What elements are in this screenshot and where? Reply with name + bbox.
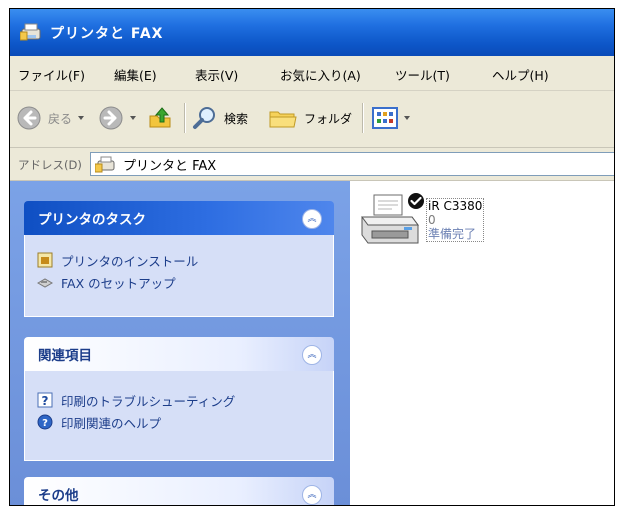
- printers-folder-icon: [95, 156, 115, 173]
- help-question-icon: ?: [37, 392, 53, 408]
- menu-help[interactable]: ヘルプ(H): [492, 65, 549, 84]
- related-header[interactable]: 関連項目 ︽: [24, 337, 334, 371]
- toolbar-separator-2: [362, 103, 364, 133]
- add-printer-icon: [37, 252, 53, 268]
- back-dropdown-icon[interactable]: [78, 116, 85, 120]
- explorer-window: プリンタと FAX ファイル(F) 編集(E) 表示(V) お気に入り(A) ツ…: [9, 8, 615, 506]
- search-label: 検索: [224, 111, 249, 126]
- default-check-icon: [408, 193, 424, 209]
- magnifier-icon: [193, 107, 215, 129]
- forward-dropdown-icon[interactable]: [130, 116, 136, 120]
- other-header[interactable]: その他 ︽: [24, 477, 334, 505]
- printer-label: iR C3380 0 準備完了: [426, 198, 485, 242]
- task-fax-setup[interactable]: FAX のセットアップ: [25, 271, 333, 293]
- other-panel: その他 ︽: [24, 477, 334, 505]
- task-troubleshoot[interactable]: ? 印刷のトラブルシューティング: [25, 389, 333, 411]
- related-body: ? 印刷のトラブルシューティング ? 印刷関連のヘルプ: [24, 371, 334, 461]
- menu-favorites[interactable]: お気に入り(A): [280, 65, 361, 84]
- forward-arrow-icon: [99, 106, 123, 130]
- collapse-chevron-icon[interactable]: ︽: [302, 485, 322, 505]
- task-install-printer-label: プリンタのインストール: [61, 253, 199, 269]
- menu-edit[interactable]: 編集(E): [114, 65, 157, 84]
- folder-icon: [269, 111, 297, 128]
- printer-status: 準備完了: [428, 227, 477, 241]
- back-label: 戻る: [48, 111, 73, 126]
- address-label: アドレス(D): [18, 158, 82, 172]
- fax-icon: [37, 278, 53, 288]
- address-field[interactable]: プリンタと FAX: [90, 152, 614, 176]
- task-pane: プリンタのタスク ︽ プリンタのインストール FAX のセットアップ 関連項目 …: [10, 181, 350, 505]
- search-button[interactable]: 検索: [192, 103, 248, 133]
- related-panel: 関連項目 ︽ ? 印刷のトラブルシューティング ? 印刷関連のヘルプ: [24, 337, 334, 461]
- up-folder-icon: [149, 107, 171, 128]
- printers-folder-icon: [20, 23, 41, 41]
- task-print-help-label: 印刷関連のヘルプ: [61, 415, 162, 431]
- printer-list: iR C3380 0 準備完了: [350, 181, 614, 505]
- printer-name: iR C3380: [428, 199, 483, 213]
- menu-bar: ファイル(F) 編集(E) 表示(V) お気に入り(A) ツール(T) ヘルプ(…: [10, 56, 614, 91]
- help-circle-icon: ?: [37, 414, 53, 430]
- printer-documents: 0: [428, 213, 436, 227]
- views-dropdown-icon[interactable]: [404, 116, 410, 120]
- svg-text:?: ?: [42, 394, 49, 408]
- title-bar[interactable]: プリンタと FAX: [10, 9, 614, 56]
- printer-tasks-title: プリンタのタスク: [38, 212, 146, 228]
- menu-view[interactable]: 表示(V): [195, 65, 238, 84]
- address-value: プリンタと FAX: [123, 158, 217, 174]
- task-install-printer[interactable]: プリンタのインストール: [25, 249, 333, 271]
- task-troubleshoot-label: 印刷のトラブルシューティング: [61, 393, 236, 409]
- up-button[interactable]: [148, 103, 174, 133]
- window-title: プリンタと FAX: [50, 26, 164, 42]
- views-button[interactable]: [372, 103, 410, 133]
- task-print-help[interactable]: ? 印刷関連のヘルプ: [25, 411, 333, 433]
- back-arrow-icon: [17, 106, 41, 130]
- collapse-chevron-icon[interactable]: ︽: [302, 209, 322, 229]
- svg-text:?: ?: [42, 418, 48, 429]
- back-button[interactable]: 戻る: [16, 103, 85, 133]
- other-title: その他: [38, 488, 79, 504]
- collapse-chevron-icon[interactable]: ︽: [302, 345, 322, 365]
- printer-tasks-header[interactable]: プリンタのタスク ︽: [24, 201, 334, 235]
- menu-tools[interactable]: ツール(T): [395, 65, 450, 84]
- toolbar-separator: [184, 103, 186, 133]
- address-bar: アドレス(D) プリンタと FAX: [10, 148, 614, 181]
- views-grid-icon: [372, 107, 398, 129]
- toolbar: 戻る 検索 フォルダ: [10, 91, 614, 148]
- folders-label: フォルダ: [304, 111, 353, 126]
- forward-button[interactable]: [98, 103, 136, 133]
- printer-tasks-panel: プリンタのタスク ︽ プリンタのインストール FAX のセットアップ: [24, 201, 334, 317]
- menu-file[interactable]: ファイル(F): [18, 65, 85, 84]
- related-title: 関連項目: [38, 348, 92, 364]
- printer-tasks-body: プリンタのインストール FAX のセットアップ: [24, 235, 334, 317]
- folders-button[interactable]: フォルダ: [268, 103, 352, 133]
- task-fax-setup-label: FAX のセットアップ: [61, 275, 176, 291]
